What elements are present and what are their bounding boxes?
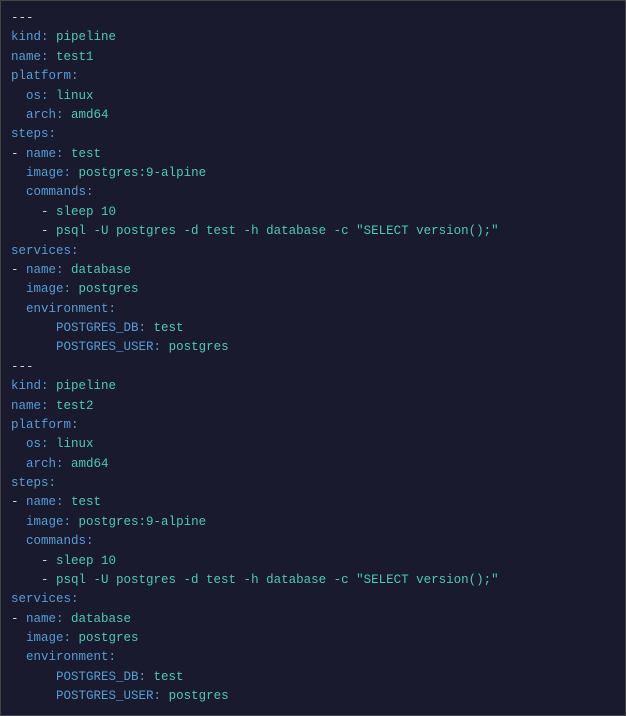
code-content: --- kind: pipeline name: test1 platform:…	[11, 9, 615, 707]
editor-container: --- kind: pipeline name: test1 platform:…	[0, 0, 626, 716]
